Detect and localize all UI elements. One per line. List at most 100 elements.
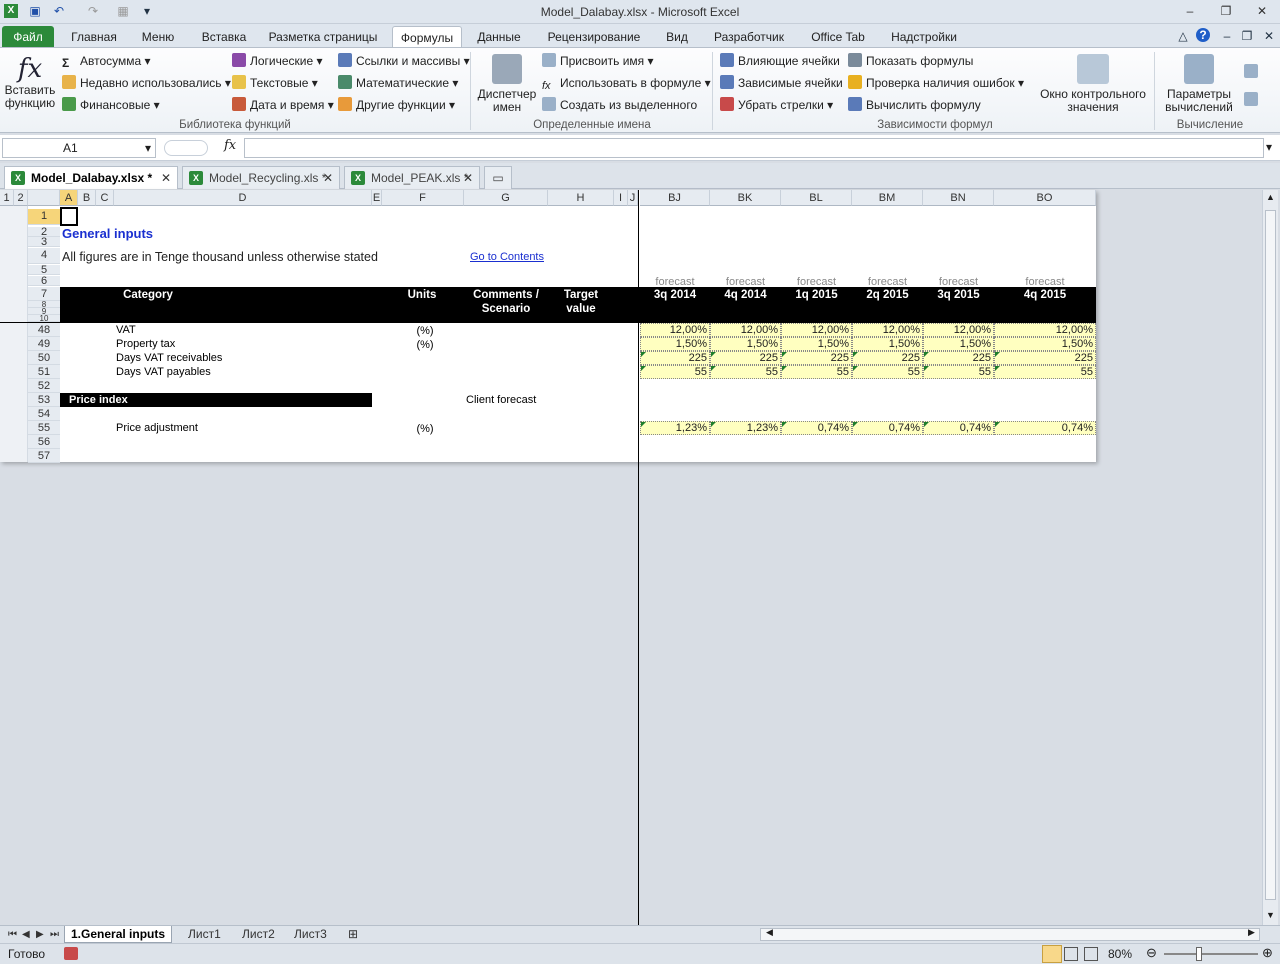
col-header[interactable]: BO — [994, 190, 1096, 206]
input-cell[interactable]: 225 — [852, 351, 923, 365]
input-cell[interactable]: 225 — [923, 351, 994, 365]
active-cell-a1[interactable] — [60, 207, 78, 226]
input-cell[interactable]: 55 — [923, 365, 994, 379]
other-functions-button[interactable]: Другие функции ▾ — [338, 95, 455, 115]
zoom-in-icon[interactable]: ⊕ — [1262, 945, 1273, 961]
input-cell[interactable]: 12,00% — [710, 323, 781, 337]
define-name-button[interactable]: Присвоить имя ▾ — [542, 51, 654, 71]
row-header[interactable]: 56 — [28, 435, 60, 449]
page-layout-view-icon[interactable] — [1064, 947, 1078, 961]
input-cell[interactable]: 12,00% — [781, 323, 852, 337]
col-header[interactable]: I — [614, 190, 628, 206]
new-tab-icon[interactable]: ▭ — [484, 166, 512, 189]
close-tab-icon[interactable]: ✕ — [323, 167, 333, 189]
trace-precedents-button[interactable]: Влияющие ячейки — [720, 51, 840, 71]
financial-button[interactable]: Финансовые ▾ — [62, 95, 160, 115]
scroll-up-icon[interactable]: ▲ — [1266, 192, 1275, 202]
col-header[interactable]: C — [96, 190, 114, 206]
row-header[interactable]: 53 — [28, 393, 60, 407]
last-sheet-icon[interactable]: ⏭ — [44, 926, 65, 943]
row-header[interactable]: 52 — [28, 379, 60, 393]
row-header[interactable]: 57 — [28, 449, 60, 463]
create-from-selection-button[interactable]: Создать из выделенного — [542, 95, 697, 115]
tab-review[interactable]: Рецензирование — [538, 26, 650, 48]
tab-insert[interactable]: Вставка — [194, 26, 254, 48]
input-cell[interactable]: 0,74% — [923, 421, 994, 435]
text-button[interactable]: Текстовые ▾ — [232, 73, 318, 93]
input-cell[interactable]: 1,50% — [781, 337, 852, 351]
col-header[interactable]: E — [372, 190, 382, 206]
input-cell[interactable]: 225 — [994, 351, 1096, 365]
input-cell[interactable]: 1,50% — [640, 337, 710, 351]
tab-file[interactable]: Файл — [2, 26, 54, 48]
formula-bar-handle[interactable] — [164, 140, 208, 156]
tab-data[interactable]: Данные — [470, 26, 528, 48]
insert-function-button[interactable]: fx Вставить функцию — [2, 54, 58, 110]
col-header[interactable]: F — [382, 190, 464, 206]
col-header[interactable]: J — [628, 190, 638, 206]
go-to-contents-link[interactable]: Go to Contents — [470, 250, 544, 264]
tab-office-tab[interactable]: Office Tab — [802, 26, 874, 48]
col-header[interactable]: B — [78, 190, 96, 206]
input-cell[interactable]: 55 — [994, 365, 1096, 379]
remove-arrows-button[interactable]: Убрать стрелки ▾ — [720, 95, 833, 115]
row-header[interactable]: 49 — [28, 337, 60, 351]
row-header[interactable]: 50 — [28, 351, 60, 365]
outline-level-1[interactable]: 1 — [0, 190, 14, 206]
input-cell[interactable]: 1,50% — [994, 337, 1096, 351]
input-cell[interactable]: 12,00% — [640, 323, 710, 337]
outline-level-2[interactable]: 2 — [14, 190, 28, 206]
page-break-view-icon[interactable] — [1084, 947, 1098, 961]
scroll-right-icon[interactable]: ▶ — [1248, 927, 1255, 938]
doc-close-icon[interactable]: ✕ — [1262, 29, 1276, 43]
doc-tab-dalabay[interactable]: X Model_Dalabay.xlsx * ✕ — [4, 166, 178, 189]
evaluate-formula-button[interactable]: Вычислить формулу — [848, 95, 981, 115]
sheet-tab-list3[interactable]: Лист3 — [288, 926, 333, 943]
input-cell[interactable]: 0,74% — [781, 421, 852, 435]
row-header[interactable]: 7 — [28, 287, 60, 301]
math-button[interactable]: Математические ▾ — [338, 73, 458, 93]
input-cell[interactable]: 55 — [852, 365, 923, 379]
sheet-tab-list1[interactable]: Лист1 — [182, 926, 227, 943]
calc-now-icon[interactable] — [1244, 62, 1262, 82]
trace-dependents-button[interactable]: Зависимые ячейки — [720, 73, 843, 93]
row-header[interactable]: 48 — [28, 323, 60, 337]
error-checking-button[interactable]: Проверка наличия ошибок ▾ — [848, 73, 1024, 93]
input-cell[interactable]: 1,50% — [923, 337, 994, 351]
tab-page-layout[interactable]: Разметка страницы — [262, 26, 384, 48]
input-cell[interactable]: 225 — [640, 351, 710, 365]
worksheet[interactable]: 1 2 A B C D E F G H I J BJ BK BL BM BN B… — [0, 190, 1096, 463]
input-cell[interactable]: 55 — [710, 365, 781, 379]
col-header[interactable]: D — [114, 190, 372, 206]
col-header[interactable]: BN — [923, 190, 994, 206]
calc-options-button[interactable]: Параметры вычислений — [1158, 54, 1240, 114]
scroll-left-icon[interactable]: ◀ — [766, 927, 773, 938]
formula-input[interactable] — [244, 138, 1264, 158]
row-header[interactable]: 6 — [28, 276, 60, 287]
scroll-thumb[interactable] — [1265, 210, 1276, 900]
scroll-down-icon[interactable]: ▼ — [1266, 910, 1275, 920]
use-in-formula-button[interactable]: fx Использовать в формуле ▾ — [542, 73, 711, 93]
name-box[interactable]: A1 ▾ — [2, 138, 156, 158]
name-manager-button[interactable]: Диспетчер имен — [476, 54, 538, 114]
vertical-scrollbar[interactable]: ▲ ▼ — [1262, 190, 1278, 925]
input-cell[interactable]: 12,00% — [923, 323, 994, 337]
zoom-slider-thumb[interactable] — [1196, 947, 1202, 961]
logical-button[interactable]: Логические ▾ — [232, 51, 323, 71]
chevron-down-icon[interactable]: ▾ — [145, 139, 151, 157]
doc-tab-recycling[interactable]: X Model_Recycling.xls * ✕ — [182, 166, 340, 189]
fx-icon[interactable]: fx — [224, 138, 236, 153]
input-cell[interactable]: 225 — [781, 351, 852, 365]
select-all-button[interactable] — [28, 190, 60, 206]
row-header[interactable]: 3 — [28, 237, 60, 248]
row-header[interactable]: 54 — [28, 407, 60, 421]
datetime-button[interactable]: Дата и время ▾ — [232, 95, 334, 115]
input-cell[interactable]: 1,23% — [710, 421, 781, 435]
zoom-slider[interactable] — [1164, 953, 1258, 955]
tab-home[interactable]: Главная — [64, 26, 124, 48]
row-header[interactable]: 10 — [28, 315, 60, 323]
col-header[interactable]: BJ — [640, 190, 710, 206]
tab-addins[interactable]: Надстройки — [884, 26, 964, 48]
input-cell[interactable]: 12,00% — [852, 323, 923, 337]
col-header[interactable]: H — [548, 190, 614, 206]
